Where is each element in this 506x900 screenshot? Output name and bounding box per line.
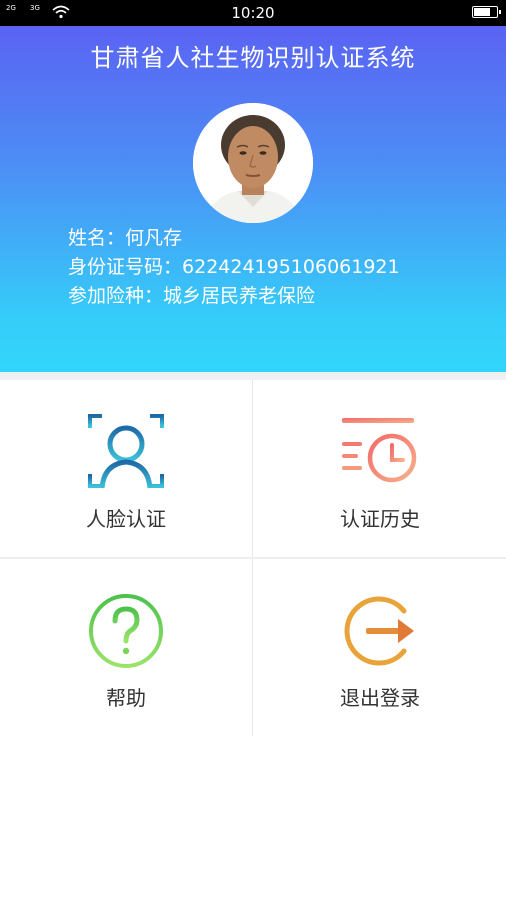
face-auth-label: 人脸认证	[86, 507, 166, 531]
auth-history-button[interactable]: 认证历史	[254, 380, 506, 557]
battery-icon	[472, 6, 501, 18]
id-row: 身份证号码：622424195106061921	[68, 253, 400, 282]
menu-grid: 人脸认证 认证历史 帮助 退出登录	[0, 380, 506, 736]
logout-label: 退出登录	[340, 686, 420, 710]
status-time: 10:20	[231, 4, 275, 22]
face-auth-button[interactable]: 人脸认证	[0, 380, 252, 557]
user-name: 何凡存	[125, 227, 183, 249]
face-scan-icon	[88, 414, 164, 489]
name-label: 姓名：	[68, 227, 126, 249]
profile-header: 甘肃省人社生物识别认证系统 姓名：何凡存 身份证号码：6224241951060…	[0, 26, 506, 372]
portrait-photo	[193, 103, 313, 223]
insurance-label: 参加险种：	[68, 285, 164, 307]
user-info: 姓名：何凡存 身份证号码：622424195106061921 参加险种：城乡居…	[68, 224, 400, 311]
id-number: 622424195106061921	[182, 256, 400, 278]
help-label: 帮助	[106, 686, 146, 710]
user-avatar	[193, 103, 313, 223]
name-row: 姓名：何凡存	[68, 224, 400, 253]
insurance-row: 参加险种：城乡居民养老保险	[68, 282, 400, 311]
id-label: 身份证号码：	[68, 256, 183, 278]
help-question-icon	[89, 594, 163, 668]
section-divider	[0, 372, 506, 380]
insurance-type: 城乡居民养老保险	[163, 285, 316, 307]
auth-history-label: 认证历史	[340, 507, 420, 531]
history-clock-icon	[342, 418, 417, 483]
page-title: 甘肃省人社生物识别认证系统	[90, 44, 416, 72]
status-bar: 2G 3G 10:20	[0, 0, 506, 26]
logout-button[interactable]: 退出登录	[254, 559, 506, 736]
help-button[interactable]: 帮助	[0, 559, 252, 736]
logout-exit-icon	[344, 596, 414, 666]
